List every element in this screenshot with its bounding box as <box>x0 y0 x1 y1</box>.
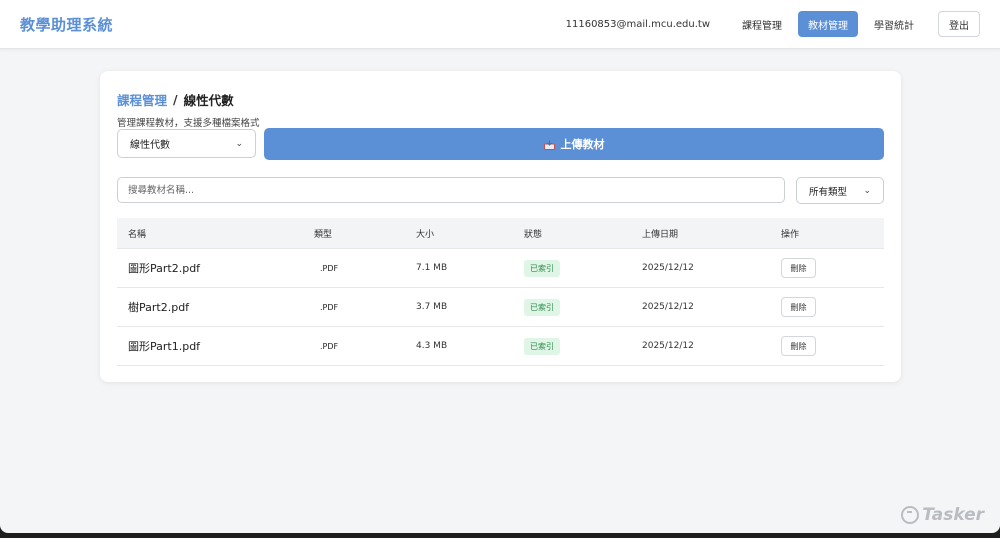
table-header: 名稱 類型 大小 狀態 上傳日期 操作 <box>117 218 884 249</box>
header-upload-date: 上傳日期 <box>642 229 679 240</box>
chevron-down-icon: ⌄ <box>863 185 871 196</box>
top-navbar: 教學助理系統 11160853@mail.mcu.edu.tw 課程管理 教材管… <box>0 0 1000 49</box>
file-name: 樹Part2.pdf <box>128 301 190 314</box>
table-row: 圖形Part2.pdf .PDF 7.1 MB 已索引 2025/12/12 刪… <box>117 249 884 288</box>
page-subtitle: 管理課程教材，支援多種檔案格式 <box>117 118 260 129</box>
file-size: 4.3 MB <box>416 341 448 351</box>
logout-button[interactable]: 登出 <box>938 11 980 37</box>
delete-button[interactable]: 刪除 <box>781 258 816 278</box>
table-row: 樹Part2.pdf .PDF 3.7 MB 已索引 2025/12/12 刪除 <box>117 288 884 327</box>
nav-learning-statistics[interactable]: 學習統計 <box>864 11 924 37</box>
upload-button-label: 上傳教材 <box>560 139 605 151</box>
status-badge: 已索引 <box>524 259 560 277</box>
file-type: .PDF <box>320 302 339 312</box>
header-name: 名稱 <box>128 229 147 240</box>
materials-card: 課程管理 / 線性代數 管理課程教材，支援多種檔案格式 線性代數 ⌄ 上傳教材 … <box>100 71 901 382</box>
app-window: 教學助理系統 11160853@mail.mcu.edu.tw 課程管理 教材管… <box>0 0 1000 533</box>
table-row: 圖形Part1.pdf .PDF 4.3 MB 已索引 2025/12/12 刪… <box>117 327 884 366</box>
nav-right: 11160853@mail.mcu.edu.tw 課程管理 教材管理 學習統計 … <box>566 11 980 37</box>
header-actions: 操作 <box>781 229 800 240</box>
delete-button[interactable]: 刪除 <box>781 336 816 356</box>
tasker-watermark: Tasker <box>901 505 984 525</box>
inbox-tray-icon <box>543 140 555 150</box>
nav-material-management[interactable]: 教材管理 <box>798 11 858 37</box>
material-search-input[interactable] <box>117 177 785 203</box>
nav-course-management[interactable]: 課程管理 <box>732 11 792 37</box>
header-status: 狀態 <box>524 229 543 240</box>
file-type: .PDF <box>320 263 339 273</box>
file-name: 圖形Part2.pdf <box>128 262 201 275</box>
upload-date: 2025/12/12 <box>642 302 694 312</box>
file-size: 7.1 MB <box>416 263 448 273</box>
status-badge: 已索引 <box>524 298 560 316</box>
file-size: 3.7 MB <box>416 302 448 312</box>
upload-date: 2025/12/12 <box>642 263 694 273</box>
breadcrumb-current: 線性代數 <box>183 93 234 108</box>
breadcrumb-parent-link[interactable]: 課程管理 <box>117 90 167 109</box>
file-type: .PDF <box>320 341 339 351</box>
chevron-down-icon: ⌄ <box>235 138 243 149</box>
header-type: 類型 <box>314 229 333 240</box>
header-size: 大小 <box>416 229 435 240</box>
brand-title[interactable]: 教學助理系統 <box>20 14 113 35</box>
delete-button[interactable]: 刪除 <box>781 297 816 317</box>
type-filter-select[interactable]: 所有類型 ⌄ <box>796 177 884 204</box>
course-select[interactable]: 線性代數 ⌄ <box>117 129 256 158</box>
file-name: 圖形Part1.pdf <box>128 340 201 353</box>
course-select-value: 線性代數 <box>130 140 170 151</box>
upload-date: 2025/12/12 <box>642 341 694 351</box>
type-filter-value: 所有類型 <box>809 186 848 198</box>
breadcrumb: 課程管理 / 線性代數 <box>117 90 234 109</box>
status-badge: 已索引 <box>524 337 560 355</box>
materials-table: 名稱 類型 大小 狀態 上傳日期 操作 圖形Part2.pdf .PDF 7.1… <box>117 218 884 366</box>
watermark-text: Tasker <box>922 505 984 525</box>
upload-material-button[interactable]: 上傳教材 <box>264 128 884 160</box>
breadcrumb-separator: / <box>173 92 178 107</box>
user-email: 11160853@mail.mcu.edu.tw <box>565 18 710 30</box>
tasker-logo-icon <box>901 506 920 524</box>
